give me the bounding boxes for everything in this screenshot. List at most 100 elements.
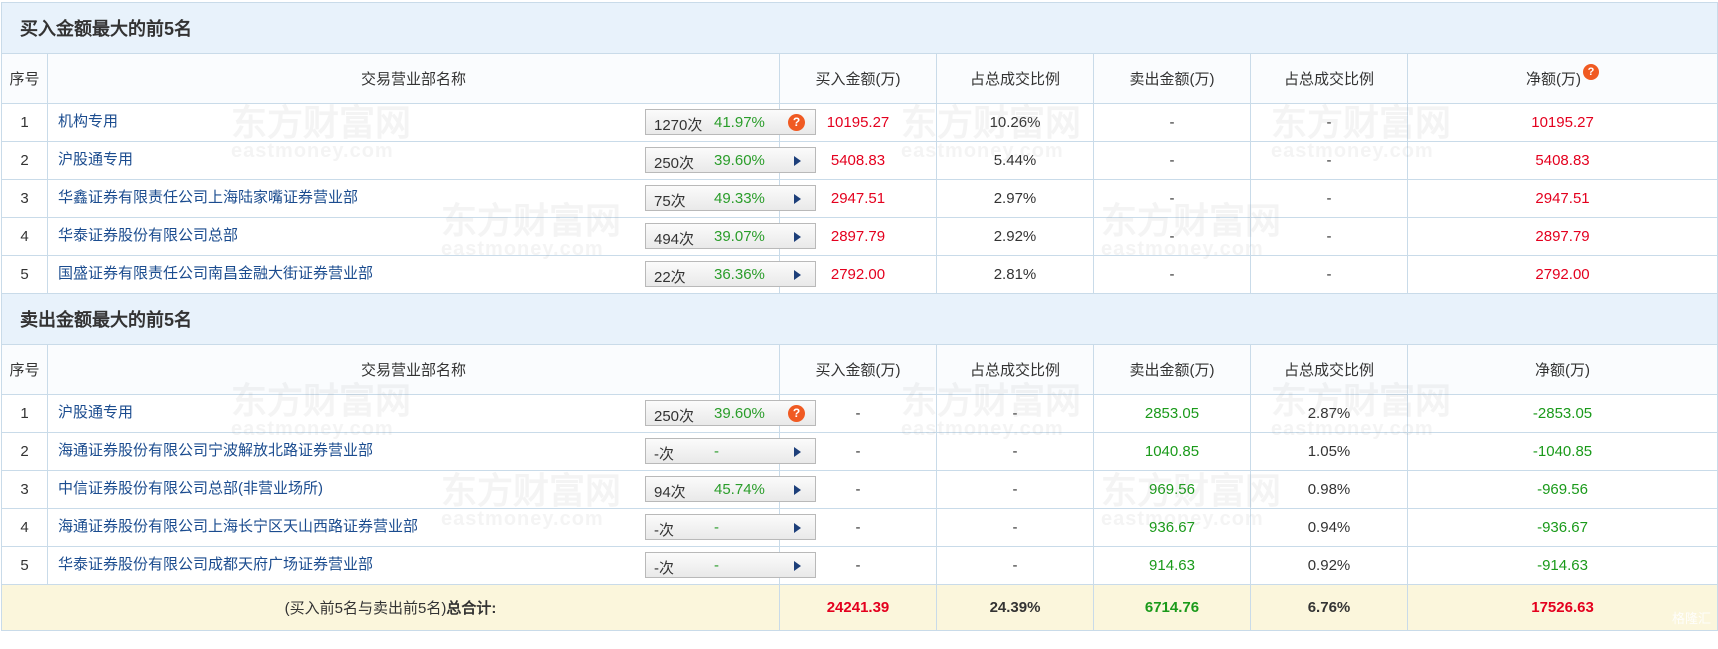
broker-appear-count: 250次	[654, 408, 695, 425]
arrow-right-icon[interactable]	[794, 523, 801, 533]
header-buy-ratio: 占总成交比例	[936, 344, 1094, 395]
broker-win-rate: 36.36%	[714, 266, 765, 283]
arrow-right-icon[interactable]	[794, 194, 801, 204]
sell-ratio: -	[1250, 179, 1408, 218]
broker-name-link[interactable]: 华泰证券股份有限公司成都天府广场证券营业部	[58, 553, 373, 574]
question-icon[interactable]: ?	[788, 405, 805, 422]
table-row: 1 沪股通专用 250次 39.60%? - -2853.05 2.87% -2853.05	[1, 394, 1718, 433]
broker-stats-button[interactable]: 1270次 41.97%?	[645, 109, 816, 135]
trading-seats-table: 买入金额最大的前5名 序号 交易营业部名称 买入金额(万) 占总成交比例 卖出金…	[0, 2, 1718, 631]
broker-name-link[interactable]: 机构专用	[58, 110, 118, 131]
broker-name-link[interactable]: 华鑫证券有限责任公司上海陆家嘴证券营业部	[58, 186, 358, 207]
table-row: 4 海通证券股份有限公司上海长宁区天山西路证券营业部 -次 - - -936.67 0.94…	[1, 508, 1718, 547]
sell-amount: -	[1093, 217, 1251, 256]
broker-win-rate: 45.74%	[714, 481, 765, 498]
row-index: 5	[1, 255, 48, 294]
broker-name-link[interactable]: 沪股通专用	[58, 148, 133, 169]
broker-stats-button[interactable]: -次 -	[645, 438, 816, 464]
sell-ratio: -	[1250, 103, 1408, 142]
total-buy-amount: 24241.39	[779, 584, 937, 631]
broker-cell: 机构专用 1270次 41.97%?	[47, 103, 816, 142]
broker-appear-count: 94次	[654, 484, 686, 501]
buy-ratio: -	[936, 546, 1094, 585]
question-icon[interactable]: ?	[788, 114, 805, 131]
header-index: 序号	[1, 344, 48, 395]
sell-amount: 2853.05	[1093, 394, 1251, 433]
row-index: 3	[1, 470, 48, 509]
total-sell-ratio: 6.76%	[1250, 584, 1408, 631]
header-sell-ratio: 占总成交比例	[1250, 344, 1408, 395]
sell-header-row: 序号 交易营业部名称 买入金额(万) 占总成交比例 卖出金额(万) 占总成交比例…	[1, 344, 1718, 395]
arrow-right-icon[interactable]	[794, 270, 801, 280]
broker-stats-button[interactable]: 22次 36.36%	[645, 261, 816, 287]
broker-stats-button[interactable]: -次 -	[645, 552, 816, 578]
header-buy-ratio: 占总成交比例	[936, 53, 1094, 104]
broker-stats-button[interactable]: 250次 39.60%	[645, 147, 816, 173]
sell-amount: 969.56	[1093, 470, 1251, 509]
arrow-right-icon[interactable]	[794, 485, 801, 495]
row-index: 4	[1, 508, 48, 547]
row-index: 3	[1, 179, 48, 218]
broker-win-rate: 41.97%	[714, 114, 765, 131]
broker-stats-button[interactable]: 494次 39.07%	[645, 223, 816, 249]
net-amount: -914.63	[1406, 546, 1718, 585]
arrow-right-icon[interactable]	[794, 561, 801, 571]
buy-ratio: -	[936, 508, 1094, 547]
buy-ratio: 10.26%	[936, 103, 1094, 142]
total-label-bold: 总合计:	[446, 600, 497, 617]
buy-ratio: 2.92%	[936, 217, 1094, 256]
buy-section-title-row: 买入金额最大的前5名	[0, 2, 1718, 54]
broker-cell: 中信证券股份有限公司总部(非营业场所) 94次 45.74%	[47, 470, 816, 509]
broker-win-rate: 39.60%	[714, 405, 765, 422]
broker-name-link[interactable]: 沪股通专用	[58, 401, 133, 422]
table-row: 3 华鑫证券有限责任公司上海陆家嘴证券营业部 75次 49.33% 2947.51 2.9…	[1, 179, 1718, 218]
arrow-right-icon[interactable]	[794, 156, 801, 166]
sell-ratio: 2.87%	[1250, 394, 1408, 433]
net-amount: -936.67	[1406, 508, 1718, 547]
row-index: 5	[1, 546, 48, 585]
net-amount: 10195.27	[1406, 103, 1718, 142]
sell-amount: -	[1093, 103, 1251, 142]
broker-appear-count: -次	[654, 560, 674, 577]
buy-header-row: 序号 交易营业部名称 买入金额(万) 占总成交比例 卖出金额(万) 占总成交比例…	[1, 53, 1718, 104]
header-broker-name: 交易营业部名称	[47, 344, 780, 395]
broker-win-rate: -	[714, 557, 719, 574]
buy-ratio: 2.97%	[936, 179, 1094, 218]
broker-stats-button[interactable]: 94次 45.74%	[645, 476, 816, 502]
total-label: (买入前5名与卖出前5名)总合计:	[1, 584, 780, 631]
broker-cell: 华鑫证券有限责任公司上海陆家嘴证券营业部 75次 49.33%	[47, 179, 816, 218]
arrow-right-icon[interactable]	[794, 447, 801, 457]
broker-name-link[interactable]: 国盛证券有限责任公司南昌金融大街证券营业部	[58, 262, 373, 283]
broker-appear-count: 250次	[654, 155, 695, 172]
broker-cell: 沪股通专用 250次 39.60%?	[47, 394, 816, 433]
buy-ratio: -	[936, 394, 1094, 433]
header-net-amount: 净额(万)	[1406, 344, 1718, 395]
sell-ratio: 0.92%	[1250, 546, 1408, 585]
broker-appear-count: 75次	[654, 193, 686, 210]
broker-cell: 华泰证券股份有限公司总部 494次 39.07%	[47, 217, 816, 256]
broker-stats-button[interactable]: 250次 39.60%?	[645, 400, 816, 426]
broker-name-link[interactable]: 中信证券股份有限公司总部(非营业场所)	[58, 477, 323, 498]
buy-ratio: -	[936, 470, 1094, 509]
sell-ratio: 0.94%	[1250, 508, 1408, 547]
row-index: 1	[1, 394, 48, 433]
broker-name-link[interactable]: 华泰证券股份有限公司总部	[58, 224, 238, 245]
broker-name-link[interactable]: 海通证券股份有限公司宁波解放北路证券营业部	[58, 439, 373, 460]
row-index: 1	[1, 103, 48, 142]
sell-section-title-row: 卖出金额最大的前5名	[0, 293, 1718, 345]
broker-name-link[interactable]: 海通证券股份有限公司上海长宁区天山西路证券营业部	[58, 515, 418, 536]
table-row: 2 沪股通专用 250次 39.60% 5408.83 5.44% - -5408.83	[1, 141, 1718, 180]
broker-stats-button[interactable]: -次 -	[645, 514, 816, 540]
arrow-right-icon[interactable]	[794, 232, 801, 242]
question-icon[interactable]: ?	[1583, 64, 1600, 80]
row-index: 4	[1, 217, 48, 256]
table-row: 5 华泰证券股份有限公司成都天府广场证券营业部 -次 - - -914.63 0.92% -9…	[1, 546, 1718, 585]
sell-amount: 936.67	[1093, 508, 1251, 547]
net-amount: 2792.00	[1406, 255, 1718, 294]
broker-win-rate: -	[714, 519, 719, 536]
sell-amount: 1040.85	[1093, 432, 1251, 471]
broker-stats-button[interactable]: 75次 49.33%	[645, 185, 816, 211]
header-sell-amount: 卖出金额(万)	[1093, 344, 1251, 395]
net-amount: -1040.85	[1406, 432, 1718, 471]
sell-ratio: 1.05%	[1250, 432, 1408, 471]
